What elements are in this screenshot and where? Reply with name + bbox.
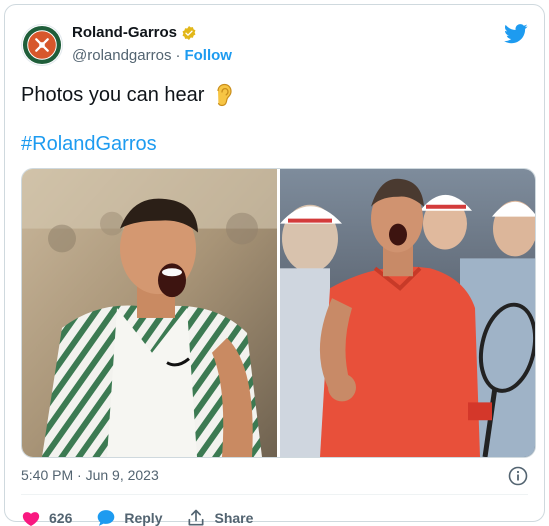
hashtag-link[interactable]: #RolandGarros	[21, 133, 157, 156]
tweet-card: Roland-Garros @rolandgarros · Follow Pho…	[4, 4, 545, 526]
verified-badge-icon	[182, 25, 196, 40]
photo-player-shouting-red-shirt	[280, 169, 535, 457]
share-label: Share	[214, 510, 254, 526]
footer-divider	[21, 494, 528, 495]
account-avatar[interactable]	[21, 24, 63, 66]
account-name-row: Roland-Garros	[72, 24, 197, 41]
account-handle[interactable]: @rolandgarros	[72, 47, 171, 64]
twitter-bird-icon[interactable]	[504, 23, 528, 45]
reply-label: Reply	[124, 510, 163, 526]
share-button[interactable]: Share	[186, 508, 253, 526]
tweet-timestamp[interactable]: 5:40 PM · Jun 9, 2023	[21, 467, 159, 483]
photo-player-shouting-striped-shirt	[22, 169, 277, 457]
share-upload-icon	[188, 509, 204, 526]
reply-bubble-icon	[98, 510, 115, 526]
heart-icon	[22, 512, 40, 526]
tweet-text: Photos you can hear	[21, 83, 234, 107]
roland-garros-logo-icon	[22, 25, 62, 65]
account-name[interactable]: Roland-Garros	[72, 24, 177, 41]
like-count: 626	[49, 510, 73, 526]
photo-player-red-shirt[interactable]	[280, 169, 535, 457]
account-handle-row: @rolandgarros · Follow	[72, 47, 232, 64]
photo-player-striped-shirt[interactable]	[22, 169, 277, 457]
separator-dot: ·	[175, 47, 181, 64]
reply-button[interactable]: Reply	[96, 508, 162, 526]
ear-icon	[217, 83, 233, 107]
tweet-text-content: Photos you can hear	[21, 83, 205, 106]
action-bar: 626 Reply Share	[21, 508, 277, 526]
like-button[interactable]: 626	[21, 508, 72, 526]
follow-button[interactable]: Follow	[184, 47, 232, 64]
info-icon[interactable]	[508, 466, 528, 486]
media-grid	[21, 168, 536, 458]
